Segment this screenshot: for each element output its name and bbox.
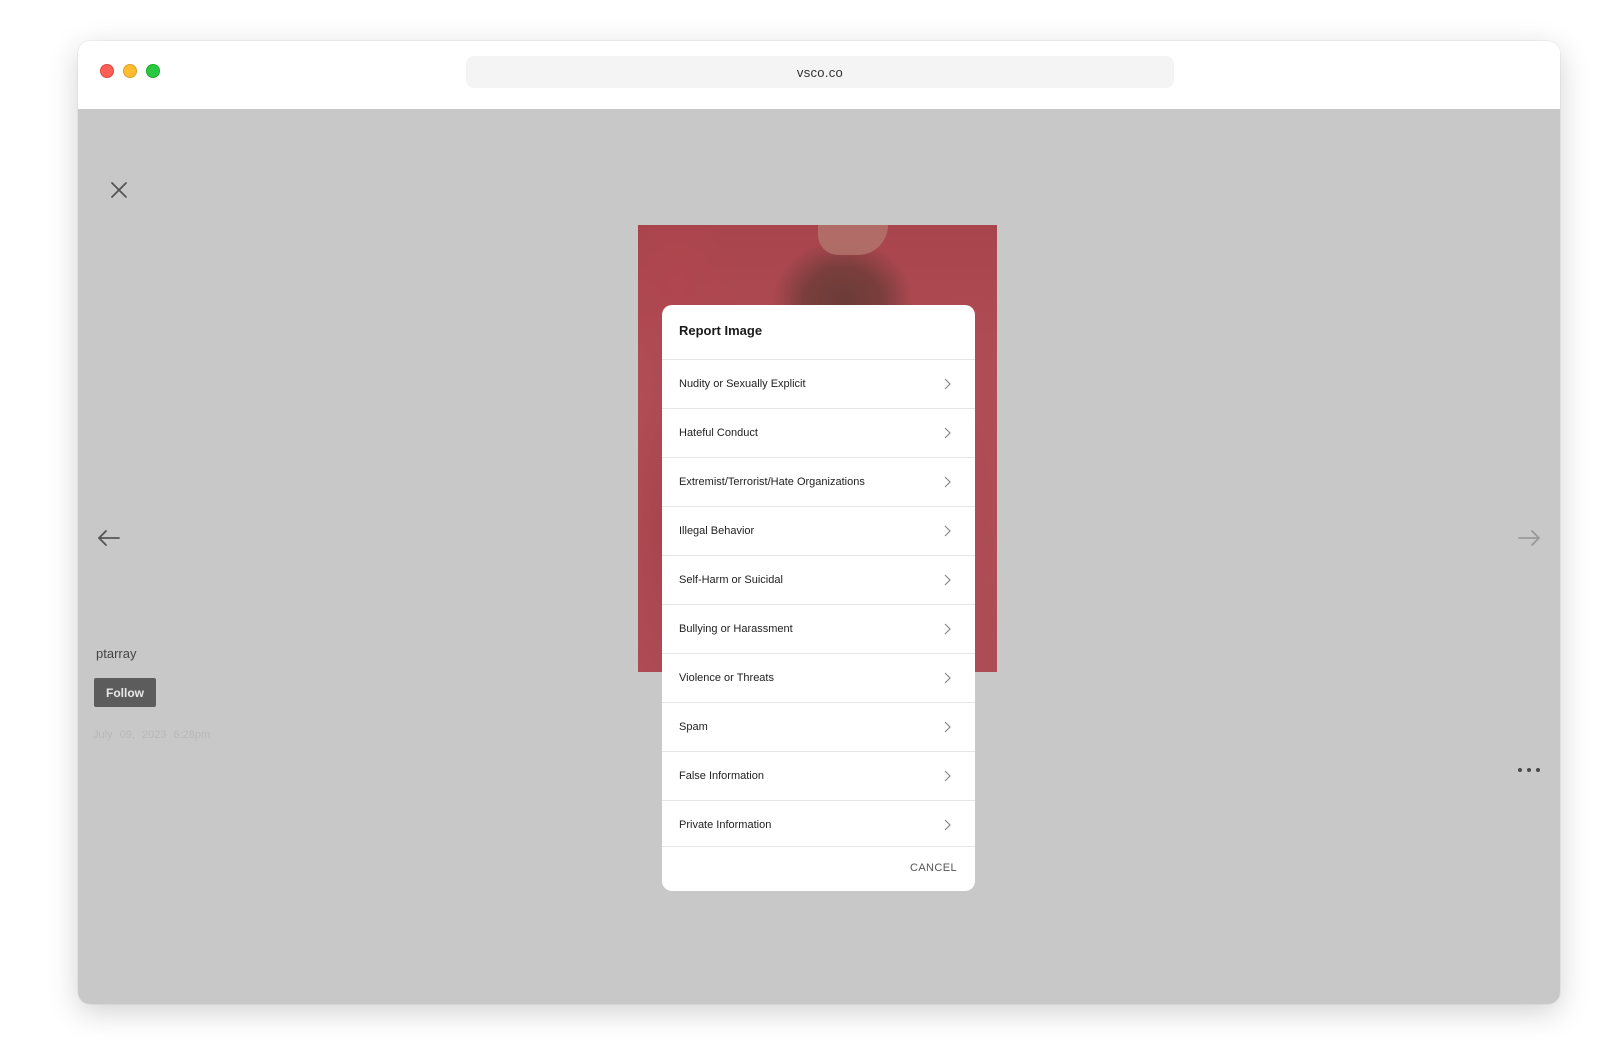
maximize-window-button[interactable] <box>146 64 160 78</box>
arrow-right-icon[interactable] <box>1516 527 1542 549</box>
report-option-label: Bullying or Harassment <box>679 623 793 635</box>
report-option-self-harm[interactable]: Self-Harm or Suicidal <box>662 555 975 604</box>
chevron-right-icon <box>944 427 951 439</box>
chevron-right-icon <box>944 525 951 537</box>
report-option-violence[interactable]: Violence or Threats <box>662 653 975 702</box>
close-window-button[interactable] <box>100 64 114 78</box>
report-option-bullying[interactable]: Bullying or Harassment <box>662 604 975 653</box>
address-bar[interactable]: vsco.co <box>466 56 1174 88</box>
post-date: July 09, 2023 6:28pm <box>93 729 211 741</box>
report-option-false-information[interactable]: False Information <box>662 751 975 800</box>
follow-button[interactable]: Follow <box>94 678 156 707</box>
report-option-private-information[interactable]: Private Information <box>662 800 975 846</box>
browser-titlebar: vsco.co <box>78 41 1560 109</box>
report-option-label: Nudity or Sexually Explicit <box>679 378 806 390</box>
report-option-label: Self-Harm or Suicidal <box>679 574 783 586</box>
report-option-label: Spam <box>679 721 708 733</box>
dialog-title: Report Image <box>679 323 763 338</box>
dialog-footer: CANCEL <box>662 846 975 891</box>
report-option-illegal-behavior[interactable]: Illegal Behavior <box>662 506 975 555</box>
chevron-right-icon <box>944 574 951 586</box>
minimize-window-button[interactable] <box>123 64 137 78</box>
report-option-nudity[interactable]: Nudity or Sexually Explicit <box>662 359 975 408</box>
close-icon[interactable] <box>108 179 130 201</box>
report-option-label: Illegal Behavior <box>679 525 755 537</box>
report-option-hateful-conduct[interactable]: Hateful Conduct <box>662 408 975 457</box>
report-option-label: Private Information <box>679 819 772 831</box>
chevron-right-icon <box>944 378 951 390</box>
browser-window: vsco.co ptarray Follow July 09, 2023 6:2… <box>78 41 1560 1004</box>
report-option-extremist[interactable]: Extremist/Terrorist/Hate Organizations <box>662 457 975 506</box>
page-viewport: ptarray Follow July 09, 2023 6:28pm Repo… <box>78 109 1560 1004</box>
photo-detail <box>818 225 888 255</box>
cancel-button[interactable]: CANCEL <box>910 862 957 874</box>
report-option-label: Hateful Conduct <box>679 427 758 439</box>
more-horizontal-icon[interactable] <box>1518 764 1540 776</box>
chevron-right-icon <box>944 672 951 684</box>
chevron-right-icon <box>944 721 951 733</box>
chevron-right-icon <box>944 770 951 782</box>
report-option-label: Extremist/Terrorist/Hate Organizations <box>679 476 865 488</box>
chevron-right-icon <box>944 476 951 488</box>
chevron-right-icon <box>944 623 951 635</box>
author-name[interactable]: ptarray <box>96 646 136 661</box>
report-option-label: Violence or Threats <box>679 672 774 684</box>
report-options-list: Nudity or Sexually Explicit Hateful Cond… <box>662 359 975 846</box>
report-image-dialog: Report Image Nudity or Sexually Explicit… <box>662 305 975 891</box>
report-option-label: False Information <box>679 770 764 782</box>
report-option-spam[interactable]: Spam <box>662 702 975 751</box>
arrow-left-icon[interactable] <box>96 527 122 549</box>
chevron-right-icon <box>944 819 951 831</box>
